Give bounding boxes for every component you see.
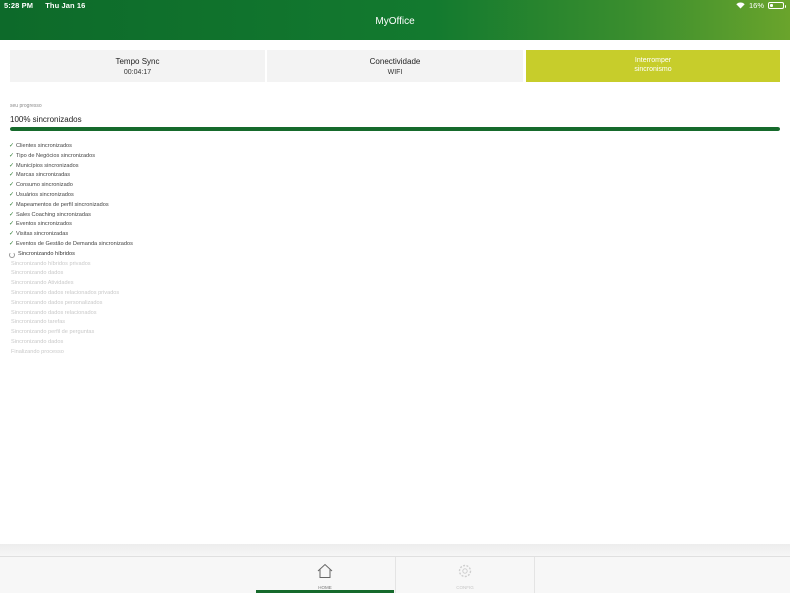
interrupt-sync-label-line1: Interromper	[634, 57, 672, 64]
status-bar-left: 5:28 PM Thu Jan 16	[4, 1, 95, 10]
sync-step-pending: Sincronizando dados	[9, 269, 133, 279]
sync-step-pending: Sincronizando dados personalizados	[9, 299, 133, 309]
sync-step-pending: Sincronizando dados	[9, 338, 133, 348]
sync-step-label: Mapeamentos de perfil sincronizados	[16, 201, 109, 208]
tab-config[interactable]: CONFIG	[395, 557, 535, 593]
wifi-icon	[736, 2, 745, 9]
sync-step-label: Finalizando processo	[11, 348, 64, 355]
sync-step-label: Sincronizando híbridos privados	[11, 260, 91, 267]
sync-step-done: ✓ Eventos de Gestão de Demanda sincroniza…	[9, 240, 133, 250]
sync-step-active: Sincronizando híbridos	[9, 250, 133, 260]
sync-step-label: Eventos sincronizados	[16, 221, 72, 228]
sync-step-label: Visitas sincronizadas	[16, 231, 69, 238]
checkmark-icon: ✓	[9, 211, 15, 218]
sync-time-value: 00:04:17	[123, 69, 152, 76]
sync-step-done: ✓ Consumo sincronizado	[9, 181, 133, 191]
sync-step-label: Clientes sincronizados	[16, 143, 72, 149]
sync-info-cards: Tempo Sync 00:04:17 Conectividade WIFI I…	[10, 50, 780, 82]
loading-spinner-icon	[9, 251, 15, 258]
sync-step-label: Consumo sincronizado	[16, 182, 73, 189]
checkmark-icon: ✓	[9, 221, 15, 228]
progress-label: seu progresso	[10, 103, 42, 109]
gear-icon	[396, 563, 534, 584]
progress-value-text: 100% sincronizados	[10, 115, 82, 124]
sync-step-label: Tipo de Negócios sincronizados	[16, 152, 96, 159]
sync-step-label: Sincronizando Atividades	[11, 280, 74, 287]
sync-step-label: Usuários sincronizados	[16, 191, 74, 198]
checkmark-icon: ✓	[9, 182, 15, 189]
sync-step-label: Sincronizando dados relacionados privado…	[11, 289, 120, 296]
sync-step-label: Sincronizando perfil de perguntas	[11, 329, 95, 336]
progress-bar	[10, 127, 780, 131]
sync-step-pending: Sincronizando perfil de perguntas	[9, 328, 133, 338]
interrupt-sync-button[interactable]: Interromper sincronismo	[526, 50, 780, 82]
sync-time-card: Tempo Sync 00:04:17	[10, 50, 265, 82]
sync-step-pending: Sincronizando dados relacionados privado…	[9, 289, 133, 299]
sync-step-done: ✓ Eventos sincronizados	[9, 220, 133, 230]
sync-step-pending: Sincronizando Atividades	[9, 279, 133, 289]
sync-step-pending: Sincronizando tarefas	[9, 318, 133, 328]
app-title: MyOffice	[375, 16, 415, 27]
sync-step-done: ✓ Mapeamentos de perfil sincronizados	[9, 201, 133, 211]
status-time: 5:28 PM	[4, 1, 34, 10]
sync-step-done: ✓ Clientes sincronizados	[9, 142, 133, 152]
sync-step-label: Sincronizando dados personalizados	[11, 299, 103, 306]
battery-percent: 16%	[748, 1, 764, 10]
checkmark-icon: ✓	[9, 231, 15, 238]
checkmark-icon: ✓	[9, 201, 15, 208]
sync-step-label: Sincronizando tarefas	[11, 319, 66, 326]
tab-config-label: CONFIG	[456, 585, 474, 590]
sync-step-done: ✓ Visitas sincronizadas	[9, 230, 133, 240]
content-bottom-edge	[0, 544, 790, 556]
checkmark-icon: ✓	[9, 191, 15, 198]
interrupt-sync-label-line2: sincronismo	[634, 66, 672, 73]
checkmark-icon: ✓	[9, 240, 15, 247]
sync-step-label: Sincronizando dados	[11, 270, 64, 277]
sync-step-done: ✓ Marcas sincronizadas	[9, 171, 133, 181]
sync-step-label: Sincronizando híbridos	[18, 250, 75, 257]
checkmark-icon: ✓	[9, 143, 15, 149]
tab-bar: HOME CONFIG	[0, 556, 790, 593]
sync-step-pending: Sincronizando híbridos privados	[9, 260, 133, 270]
battery-icon	[768, 2, 786, 9]
checkmark-icon: ✓	[9, 152, 15, 159]
status-bar-right: 16%	[736, 1, 786, 10]
sync-step-label: Sales Coaching sincronizadas	[16, 211, 91, 218]
sync-step-pending: Sincronizando dados relacionados	[9, 309, 133, 319]
sync-step-done: ✓ Usuários sincronizados	[9, 191, 133, 201]
progress-bar-fill	[10, 127, 780, 131]
sync-step-done: ✓ Tipo de Negócios sincronizados	[9, 152, 133, 162]
sync-time-title: Tempo Sync	[115, 57, 160, 66]
sync-step-label: Sincronizando dados	[11, 338, 64, 345]
status-date: Thu Jan 16	[45, 1, 86, 10]
sync-step-label: Marcas sincronizadas	[16, 172, 71, 179]
sync-step-label: Sincronizando dados relacionados	[11, 309, 97, 316]
home-icon	[256, 563, 394, 584]
connectivity-card: Conectividade WIFI	[267, 50, 523, 82]
checkmark-icon: ✓	[9, 172, 15, 179]
sync-step-label: Eventos de Gestão de Demanda sincronizad…	[16, 240, 133, 247]
connectivity-title: Conectividade	[369, 57, 421, 66]
connectivity-value: WIFI	[387, 69, 403, 76]
tab-home[interactable]: HOME	[256, 557, 394, 593]
app-header: 5:28 PM Thu Jan 16 16% MyOffice	[0, 0, 790, 40]
checkmark-icon: ✓	[9, 162, 15, 169]
sync-step-done: ✓ Municípios sincronizados	[9, 162, 133, 172]
sync-step-label: Municípios sincronizados	[16, 162, 79, 169]
sync-step-done: ✓ Sales Coaching sincronizadas	[9, 211, 133, 221]
sync-steps-list: ✓ Clientes sincronizados ✓ Tipo de Negócios…	[9, 142, 133, 358]
sync-step-pending: Finalizando processo	[9, 348, 133, 358]
